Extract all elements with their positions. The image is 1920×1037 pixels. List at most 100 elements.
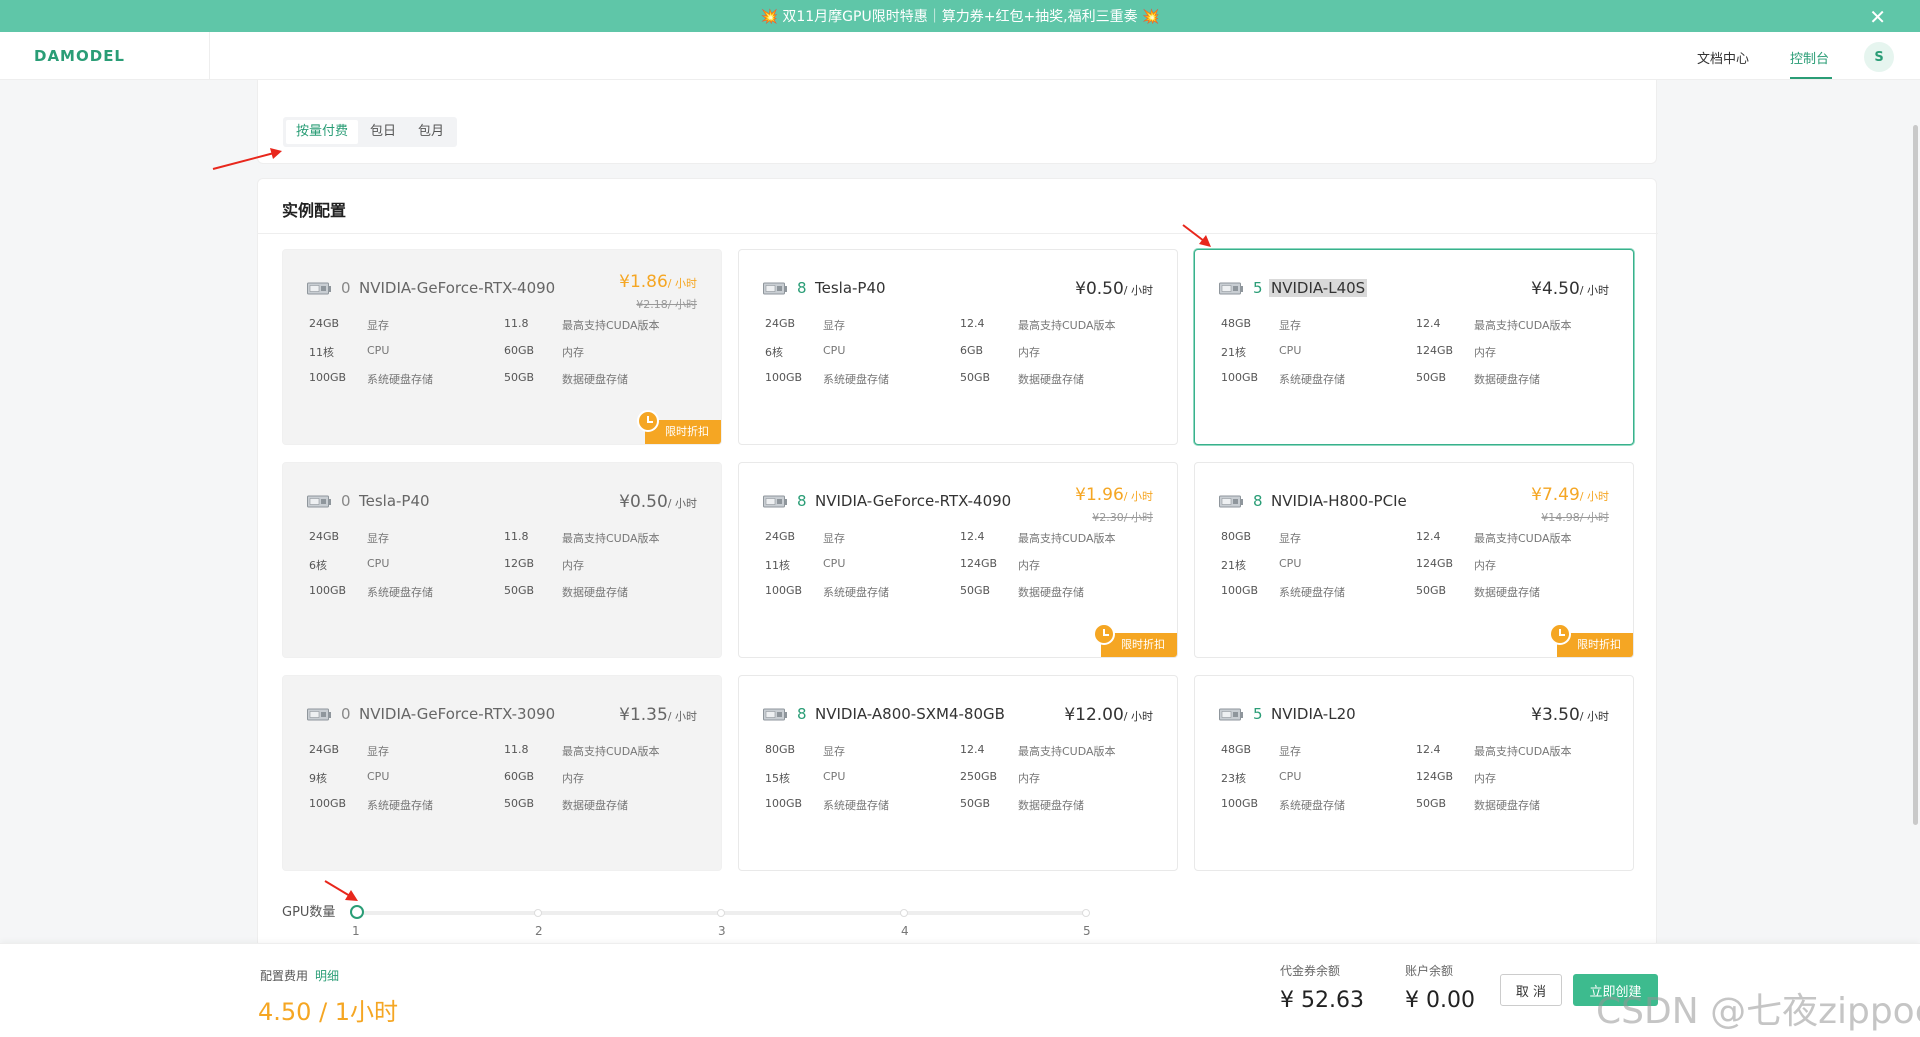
- gpu-icon: [763, 494, 787, 508]
- gpu-card[interactable]: 8 NVIDIA-A800-SXM4-80GB ¥12.00/ 小时 80GB 显存 12…: [738, 675, 1178, 871]
- spec-value: 50GB: [504, 797, 535, 810]
- spec-label: 最高支持CUDA版本: [562, 745, 660, 758]
- nav-active-underline: [1790, 77, 1832, 79]
- gpu-card[interactable]: 0 Tesla-P40 ¥0.50/ 小时 24GB 显存 11.8 最高支持CUDA版本 6…: [282, 462, 722, 658]
- voucher-balance-value: ¥ 52.63: [1280, 988, 1364, 1013]
- gpu-card[interactable]: 0 NVIDIA-GeForce-RTX-3090 ¥1.35/ 小时 24GB 显存 1…: [282, 675, 722, 871]
- spec-value: 50GB: [504, 584, 535, 597]
- spec-value: 124GB: [1416, 557, 1454, 570]
- spec-label: 系统硬盘存储: [823, 586, 889, 599]
- price-value: ¥12.00: [1064, 705, 1124, 725]
- spec-label: 内存: [1018, 559, 1040, 572]
- spec-value: 100GB: [309, 797, 347, 810]
- spec-value: 60GB: [504, 770, 535, 783]
- spec-label: 内存: [562, 772, 584, 785]
- price: ¥1.86/ 小时: [619, 272, 697, 292]
- spec-label: 数据硬盘存储: [562, 799, 628, 812]
- spec-label: 内存: [562, 346, 584, 359]
- spec-value: 11.8: [504, 530, 529, 543]
- gpu-icon: [307, 707, 331, 721]
- slider-handle[interactable]: [350, 905, 364, 919]
- available-count: 8: [797, 279, 807, 297]
- gpu-icon: [1219, 494, 1243, 508]
- section-divider: [258, 233, 1658, 234]
- price-value: ¥1.96: [1075, 485, 1124, 505]
- spec-value: 50GB: [1416, 371, 1447, 384]
- total-cost: 4.50 / 1小时: [258, 998, 399, 1026]
- available-count: 5: [1253, 279, 1263, 297]
- spec-label: 数据硬盘存储: [562, 586, 628, 599]
- spec-label: 内存: [1474, 559, 1496, 572]
- spec-value: 11核: [765, 559, 790, 572]
- voucher-balance-label: 代金券余额: [1280, 964, 1341, 978]
- original-price: ¥2.18/ 小时: [636, 298, 697, 311]
- available-count: 5: [1253, 705, 1263, 723]
- nav-docs-link[interactable]: 文档中心: [1697, 48, 1749, 67]
- price-value: ¥7.49: [1531, 485, 1580, 505]
- price-unit: / 小时: [667, 277, 697, 290]
- spec-value: 100GB: [1221, 797, 1259, 810]
- spec-label: CPU: [1279, 557, 1302, 570]
- slider-tick: 2: [535, 924, 543, 938]
- tab-pay-as-you-go[interactable]: 按量付费: [286, 120, 359, 144]
- cancel-button[interactable]: 取 消: [1500, 974, 1562, 1006]
- avatar[interactable]: S: [1864, 42, 1894, 72]
- gpu-name: NVIDIA-H800-PCIe: [1271, 492, 1407, 510]
- spec-value: 24GB: [765, 530, 796, 543]
- annotation-arrow-gpu-count: [324, 880, 358, 901]
- close-icon[interactable]: ✕: [1869, 5, 1886, 29]
- price: ¥1.96/ 小时: [1075, 485, 1153, 505]
- logo[interactable]: DAMODEL: [34, 47, 125, 65]
- spec-value: 48GB: [1221, 317, 1252, 330]
- detail-link[interactable]: 明细: [315, 967, 339, 984]
- spec-label: 显存: [823, 319, 845, 332]
- promo-banner[interactable]: 💥 双11月摩GPU限时特惠｜算力券+红包+抽奖,福利三重奏 💥 ✕: [0, 0, 1920, 32]
- slider-step-5[interactable]: [1082, 909, 1090, 917]
- tab-monthly[interactable]: 包月: [408, 120, 454, 144]
- spec-label: 显存: [823, 532, 845, 545]
- spec-value: 6核: [765, 346, 783, 359]
- nav-console-link[interactable]: 控制台: [1790, 48, 1829, 67]
- gpu-card[interactable]: 0 NVIDIA-GeForce-RTX-4090 ¥1.86/ 小时 ¥2.18/ …: [282, 249, 722, 445]
- available-count: 0: [341, 492, 351, 510]
- spec-value: 80GB: [765, 743, 796, 756]
- gpu-card[interactable]: 8 Tesla-P40 ¥0.50/ 小时 24GB 显存 12.4 最高支持CUDA版本 6…: [738, 249, 1178, 445]
- spec-label: 内存: [1018, 772, 1040, 785]
- slider-step-4[interactable]: [900, 909, 908, 917]
- spec-label: CPU: [367, 557, 390, 570]
- top-nav: DAMODEL 文档中心 控制台 S: [0, 32, 1920, 80]
- spec-label: 显存: [367, 319, 389, 332]
- spec-value: 12.4: [1416, 530, 1441, 543]
- spec-label: 最高支持CUDA版本: [562, 532, 660, 545]
- annotation-arrow-billing: [212, 148, 282, 170]
- watermark: CSDN @七夜zippoe: [1596, 991, 1920, 1032]
- spec-label: 数据硬盘存储: [1018, 586, 1084, 599]
- gpu-name: NVIDIA-GeForce-RTX-3090: [359, 705, 556, 723]
- gpu-card[interactable]: 8 NVIDIA-GeForce-RTX-4090 ¥1.96/ 小时 ¥2.30/ …: [738, 462, 1178, 658]
- spec-value: 12.4: [1416, 317, 1441, 330]
- clock-icon: [1549, 623, 1571, 645]
- spec-value: 50GB: [1416, 797, 1447, 810]
- promo-text[interactable]: 💥 双11月摩GPU限时特惠｜算力券+红包+抽奖,福利三重奏 💥: [760, 6, 1159, 26]
- spec-label: 显存: [823, 745, 845, 758]
- price-value: ¥1.35: [619, 705, 668, 725]
- spec-label: 内存: [1018, 346, 1040, 359]
- gpu-card[interactable]: 5 NVIDIA-L20 ¥3.50/ 小时 48GB 显存 12.4 最高支持CUDA版本…: [1194, 675, 1634, 871]
- tab-daily[interactable]: 包日: [360, 120, 406, 144]
- gpu-count-slider[interactable]: [350, 905, 1090, 919]
- gpu-card[interactable]: 8 NVIDIA-H800-PCIe ¥7.49/ 小时 ¥14.98/ 小时 80GB…: [1194, 462, 1634, 658]
- spec-label: 数据硬盘存储: [1018, 373, 1084, 386]
- slider-step-3[interactable]: [717, 909, 725, 917]
- clock-icon: [1093, 623, 1115, 645]
- spec-value: 12.4: [960, 743, 985, 756]
- section-title: 实例配置: [282, 201, 347, 220]
- spec-label: CPU: [367, 770, 390, 783]
- slider-step-2[interactable]: [534, 909, 542, 917]
- spec-value: 12.4: [960, 530, 985, 543]
- price-unit: / 小时: [667, 497, 697, 510]
- spec-value: 124GB: [1416, 344, 1454, 357]
- spec-value: 50GB: [960, 797, 991, 810]
- gpu-card[interactable]: 5 NVIDIA-L40S ¥4.50/ 小时 48GB 显存 12.4 最高支持CUDA版…: [1194, 249, 1634, 445]
- gpu-icon: [307, 281, 331, 295]
- scrollbar-thumb[interactable]: [1913, 125, 1918, 825]
